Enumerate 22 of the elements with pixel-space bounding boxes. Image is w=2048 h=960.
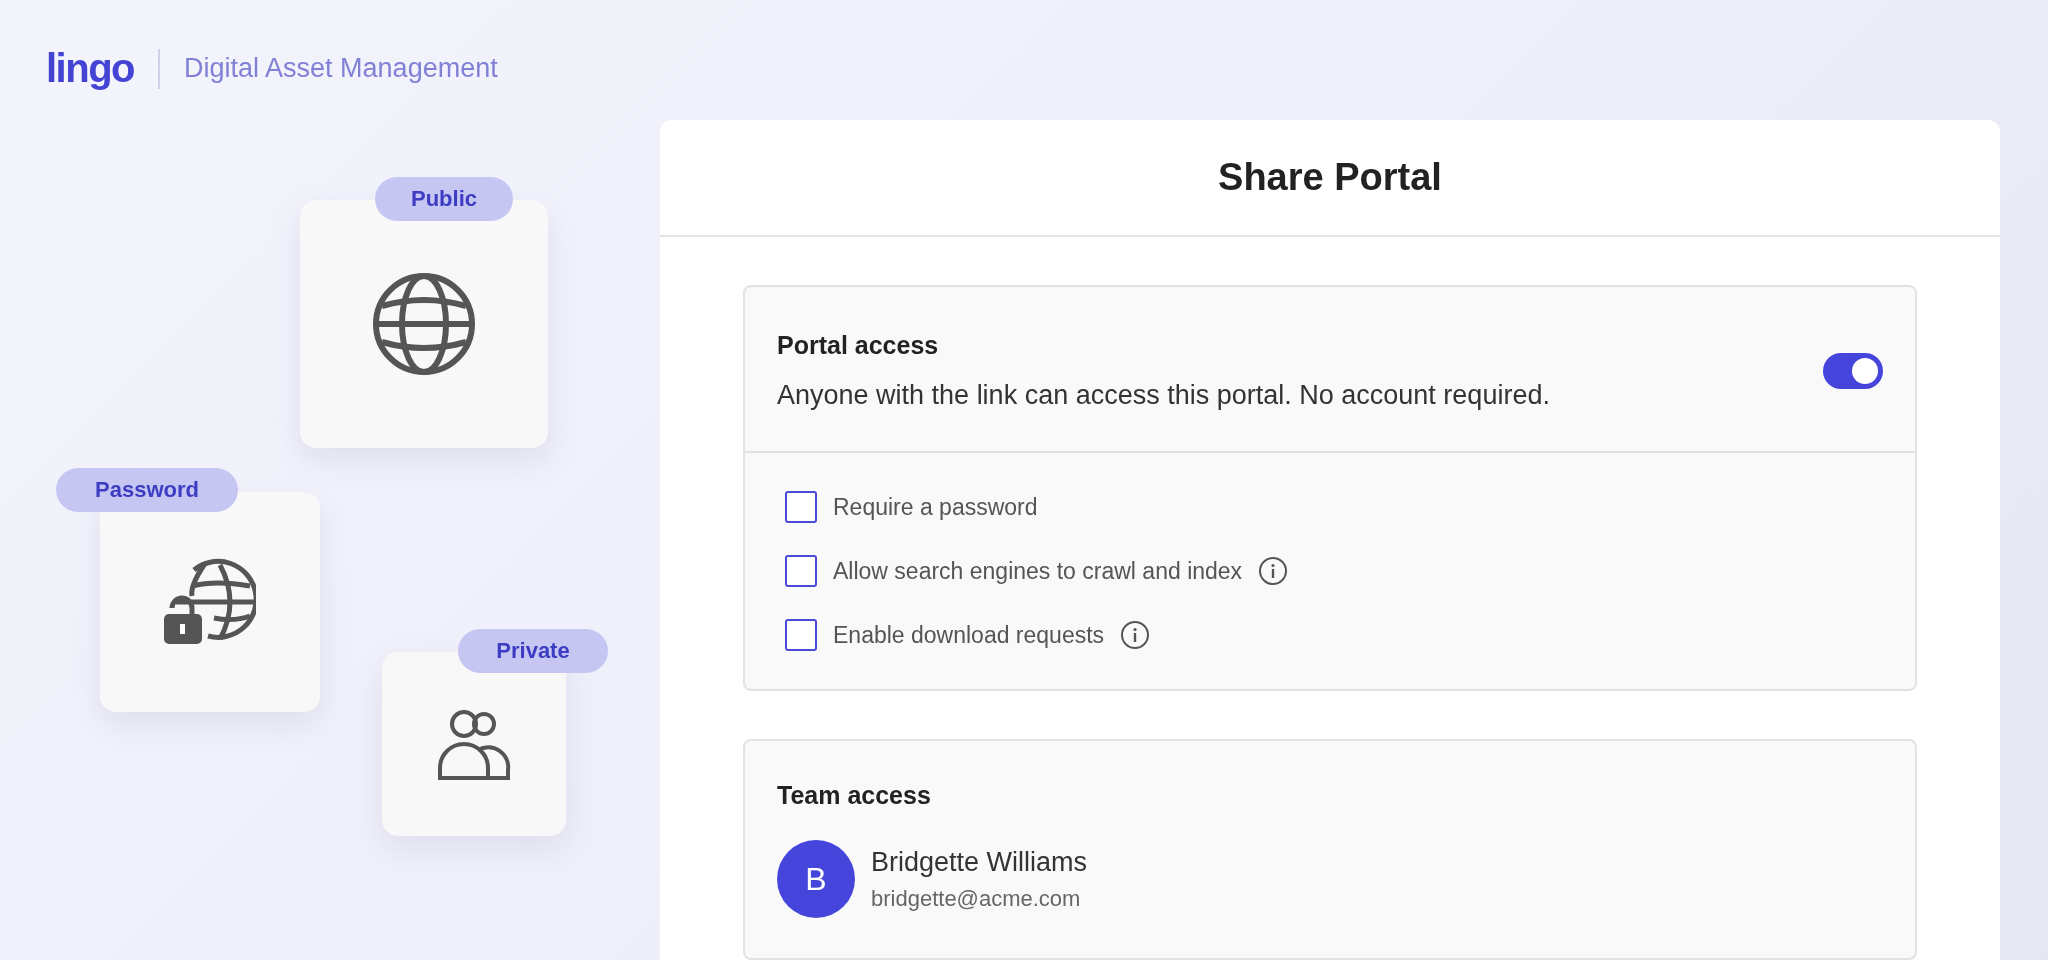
access-type-badge: Password — [56, 468, 238, 512]
section-title: Portal access — [777, 331, 940, 360]
lingo-logo: lingo — [46, 46, 135, 91]
option-label: Require a password — [833, 493, 1038, 521]
info-icon[interactable] — [1258, 556, 1289, 586]
option-label: Enable download requests — [833, 621, 1105, 649]
access-type-badge: Private — [458, 629, 608, 673]
app-subtitle: Digital Asset Management — [184, 53, 498, 84]
avatar: B — [777, 840, 855, 918]
portal-access-toggle[interactable] — [1823, 353, 1883, 389]
checkbox[interactable] — [785, 555, 817, 587]
access-type-badge: Public — [375, 177, 513, 221]
member-name: Bridgette Williams — [871, 846, 1088, 878]
section-title: Team access — [777, 781, 932, 810]
checkbox[interactable] — [785, 491, 817, 523]
info-icon[interactable] — [1120, 620, 1151, 650]
panel-title: Share Portal — [660, 120, 2000, 237]
member-email: bridgette@acme.com — [871, 885, 1082, 912]
checkbox[interactable] — [785, 619, 817, 651]
globe-icon — [372, 272, 476, 376]
section-description: Anyone with the link can access this portal. No account required. — [777, 380, 1551, 411]
option-label: Allow search engines to crawl and index — [833, 557, 1243, 585]
